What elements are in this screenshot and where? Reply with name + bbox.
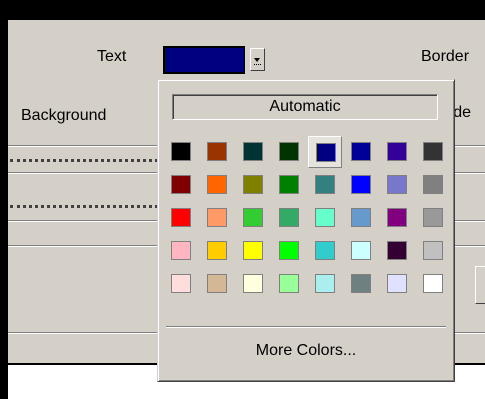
color-chip xyxy=(243,241,263,260)
dialog-window: Text Background Border orde Automatic Mo… xyxy=(0,0,485,399)
color-chip xyxy=(387,274,407,293)
color-swatch[interactable] xyxy=(308,202,342,234)
text-color-dropdown[interactable] xyxy=(158,43,268,77)
color-swatch[interactable] xyxy=(164,169,198,201)
color-chip xyxy=(243,142,263,161)
color-chip xyxy=(423,175,443,194)
color-chip xyxy=(387,175,407,194)
color-chip xyxy=(171,175,191,194)
color-chip xyxy=(423,241,443,260)
color-swatch[interactable] xyxy=(344,235,378,267)
color-swatch[interactable] xyxy=(308,268,342,300)
color-chip xyxy=(243,175,263,194)
color-chip xyxy=(351,175,371,194)
color-swatch[interactable] xyxy=(200,136,234,168)
color-chip xyxy=(423,274,443,293)
color-swatch[interactable] xyxy=(416,202,450,234)
color-swatch[interactable] xyxy=(200,268,234,300)
color-chip xyxy=(387,142,407,161)
color-swatch[interactable] xyxy=(236,202,270,234)
color-chip xyxy=(279,241,299,260)
text-color-label: Text xyxy=(97,48,127,65)
color-chip xyxy=(207,175,227,194)
color-chip xyxy=(207,241,227,260)
automatic-button[interactable]: Automatic xyxy=(172,94,438,120)
color-chip xyxy=(279,175,299,194)
color-swatch[interactable] xyxy=(236,268,270,300)
color-chip xyxy=(279,208,299,227)
color-swatch[interactable] xyxy=(416,169,450,201)
color-swatch[interactable] xyxy=(272,235,306,267)
color-chip xyxy=(171,241,191,260)
color-swatch[interactable] xyxy=(308,169,342,201)
color-chip xyxy=(315,274,335,293)
color-swatch[interactable] xyxy=(236,235,270,267)
color-swatch[interactable] xyxy=(380,136,414,168)
color-swatch[interactable] xyxy=(236,169,270,201)
color-swatch[interactable] xyxy=(200,169,234,201)
color-chip xyxy=(387,241,407,260)
color-chip xyxy=(243,208,263,227)
color-chip xyxy=(351,208,371,227)
color-swatch[interactable] xyxy=(164,268,198,300)
color-chip xyxy=(351,274,371,293)
color-chip xyxy=(171,274,191,293)
color-chip xyxy=(351,142,371,161)
color-swatch[interactable] xyxy=(236,136,270,168)
color-swatch[interactable] xyxy=(344,202,378,234)
color-chip xyxy=(387,208,407,227)
color-swatch[interactable] xyxy=(380,202,414,234)
color-swatch[interactable] xyxy=(380,235,414,267)
background-color-label: Background xyxy=(21,107,107,124)
color-swatch[interactable] xyxy=(272,268,306,300)
window-left-edge xyxy=(0,0,8,397)
popup-separator xyxy=(166,326,446,328)
color-swatch[interactable] xyxy=(416,235,450,267)
color-grid xyxy=(160,136,456,300)
color-chip xyxy=(351,241,371,260)
color-chip xyxy=(423,208,443,227)
chevron-down-icon xyxy=(254,58,260,62)
color-swatch[interactable] xyxy=(344,136,378,168)
color-swatch[interactable] xyxy=(308,136,342,168)
color-swatch[interactable] xyxy=(380,169,414,201)
color-swatch[interactable] xyxy=(380,268,414,300)
dotted-border-sample xyxy=(10,159,158,162)
color-chip xyxy=(243,274,263,293)
color-chip xyxy=(171,208,191,227)
dotted-border-sample xyxy=(10,205,158,208)
color-swatch[interactable] xyxy=(308,235,342,267)
window-top-edge xyxy=(0,0,485,20)
color-swatch[interactable] xyxy=(272,169,306,201)
color-swatch[interactable] xyxy=(272,136,306,168)
color-swatch[interactable] xyxy=(272,202,306,234)
color-chip xyxy=(207,142,227,161)
focus-dots xyxy=(254,64,261,66)
color-swatch[interactable] xyxy=(200,235,234,267)
more-colors-button[interactable]: More Colors... xyxy=(158,342,454,360)
color-chip xyxy=(279,274,299,293)
color-chip xyxy=(207,208,227,227)
current-color-swatch xyxy=(163,46,245,74)
color-swatch[interactable] xyxy=(416,268,450,300)
color-chip xyxy=(315,241,335,260)
color-chip xyxy=(315,175,335,194)
color-chip xyxy=(207,274,227,293)
color-chip xyxy=(279,142,299,161)
dropdown-arrow-button[interactable] xyxy=(250,48,265,71)
color-swatch[interactable] xyxy=(200,202,234,234)
color-picker-popup: Automatic More Colors... xyxy=(157,79,455,382)
color-swatch[interactable] xyxy=(344,169,378,201)
color-swatch[interactable] xyxy=(164,202,198,234)
color-chip xyxy=(171,142,191,161)
color-swatch[interactable] xyxy=(164,136,198,168)
color-swatch[interactable] xyxy=(344,268,378,300)
border-label: Border xyxy=(421,48,470,65)
side-button[interactable] xyxy=(475,266,485,304)
color-swatch[interactable] xyxy=(416,136,450,168)
color-chip xyxy=(423,142,443,161)
color-swatch[interactable] xyxy=(164,235,198,267)
color-chip xyxy=(315,208,335,227)
color-chip xyxy=(316,143,336,162)
